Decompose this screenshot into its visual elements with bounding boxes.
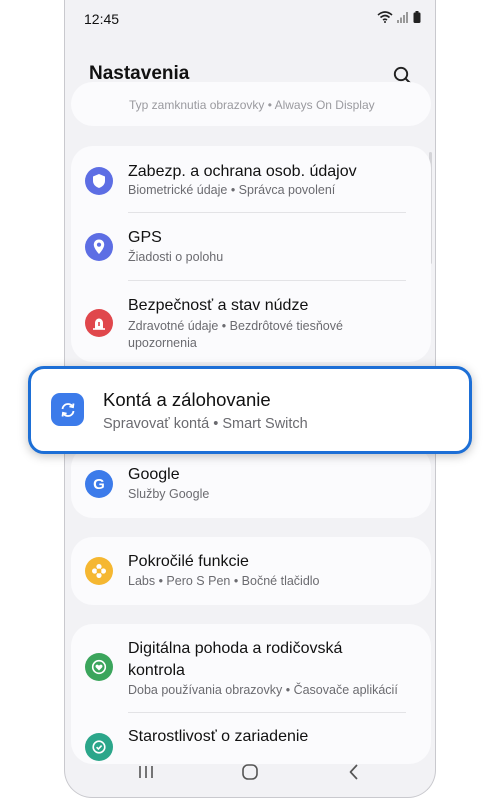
advanced-card: Pokročilé funkcie Labs • Pero S Pen • Bo… (71, 537, 431, 605)
recent-apps-icon (139, 766, 153, 778)
back-button[interactable] (341, 759, 367, 785)
settings-item-safety[interactable]: Bezpečnosť a stav núdze Zdravotné údaje … (71, 281, 431, 362)
heart-icon (85, 653, 113, 681)
item-subtitle: Doba používania obrazovky • Časovače apl… (128, 683, 398, 697)
wifi-icon (377, 11, 393, 23)
item-subtitle: Biometrické údaje • Správca povolení (128, 183, 336, 197)
location-pin-icon (85, 233, 113, 261)
status-bar: 12:45 (65, 0, 435, 38)
status-icons (377, 11, 421, 23)
google-card: G Google Služby Google (71, 446, 431, 518)
settings-item-gps[interactable]: GPS Žiadosti o polohu (71, 213, 431, 280)
item-title: Pokročilé funkcie (128, 553, 249, 570)
home-button[interactable] (237, 759, 263, 785)
shield-icon (85, 167, 113, 195)
item-subtitle: Zdravotné údaje • Bezdrôtové tiesňové up… (128, 319, 343, 350)
item-title: Digitálna pohoda a rodičovská kontrola (128, 640, 343, 679)
item-title: Kontá a zálohovanie (103, 389, 271, 410)
battery-icon (413, 11, 421, 23)
item-title: Google (128, 466, 180, 483)
item-subtitle: Služby Google (128, 487, 210, 501)
status-time: 12:45 (84, 11, 120, 27)
navigation-bar (65, 747, 435, 797)
wellbeing-card: Digitálna pohoda a rodičovská kontrola D… (71, 624, 431, 764)
sync-icon (51, 393, 84, 426)
item-subtitle: Žiadosti o polohu (128, 250, 224, 264)
home-icon (242, 764, 258, 780)
gear-flower-icon (85, 557, 113, 585)
signal-icon (397, 12, 408, 23)
item-subtitle: Labs • Pero S Pen • Bočné tlačidlo (128, 574, 320, 588)
settings-item-wellbeing[interactable]: Digitálna pohoda a rodičovská kontrola D… (71, 624, 431, 712)
emergency-icon (85, 309, 113, 337)
item-title: Bezpečnosť a stav núdze (128, 297, 309, 314)
google-icon: G (85, 470, 113, 498)
recent-apps-button[interactable] (133, 759, 159, 785)
settings-item-google[interactable]: G Google Služby Google (71, 446, 431, 518)
lock-screen-card[interactable]: Typ zamknutia obrazovky • Always On Disp… (71, 82, 431, 126)
item-title: GPS (128, 229, 162, 246)
settings-item-privacy[interactable]: Zabezp. a ochrana osob. údajov Biometric… (71, 146, 431, 212)
settings-item-advanced[interactable]: Pokročilé funkcie Labs • Pero S Pen • Bo… (71, 537, 431, 605)
settings-item-accounts-backup[interactable]: Kontá a zálohovanie Spravovať kontá • Sm… (28, 366, 472, 454)
item-subtitle: Spravovať kontá • Smart Switch (103, 416, 308, 432)
security-card: Zabezp. a ochrana osob. údajov Biometric… (71, 146, 431, 362)
item-title: Starostlivosť o zariadenie (128, 728, 309, 745)
lock-screen-subtitle: Typ zamknutia obrazovky • Always On Disp… (129, 98, 375, 112)
item-title: Zabezp. a ochrana osob. údajov (128, 163, 357, 180)
back-icon (349, 764, 358, 780)
